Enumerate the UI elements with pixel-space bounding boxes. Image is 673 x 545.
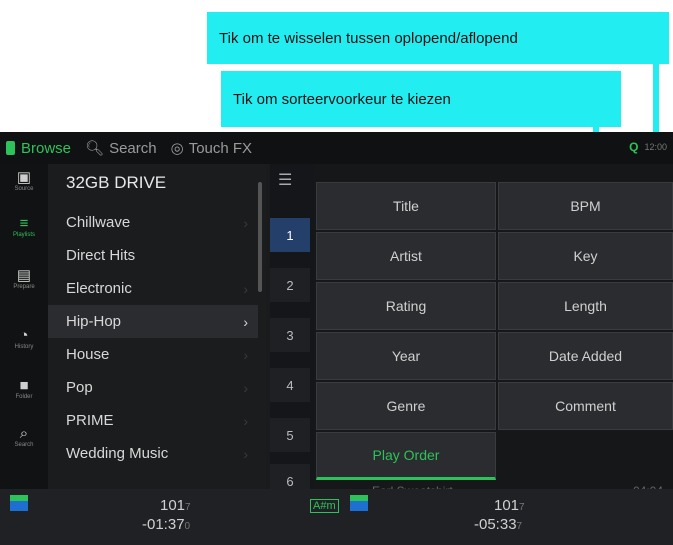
track-number[interactable]: 3 (270, 318, 310, 352)
deck-2-sync-icon[interactable] (350, 495, 368, 511)
deck-1-time: -01:370 (142, 516, 190, 533)
playlist-icon: ≡ (19, 215, 29, 232)
nav-folder[interactable]: ■ Folder (0, 377, 48, 401)
deck-2-bpm-decimal: 7 (519, 502, 525, 513)
sort-options-grid: Title BPM Artist Key Rating Length Year … (316, 182, 673, 497)
crate-item[interactable]: Hip-Hop › (48, 305, 258, 338)
left-nav: ▣ Source ≡ Playlists ▤ Prepare ◔ History… (0, 164, 48, 489)
crate-label: Chillwave (66, 214, 131, 231)
chevron-right-icon: › (243, 379, 248, 396)
nav-folder-label: Folder (15, 394, 33, 400)
search-icon: 🔍︎ (85, 140, 105, 157)
deck-status-bar: 1017 -01:370 A#m 1017 -05:337 (0, 489, 673, 545)
callout-toggle-order-text: Tik om te wisselen tussen oplopend/aflop… (219, 29, 518, 47)
nav-history-label: History (14, 344, 34, 350)
sort-rating-button[interactable]: Rating (316, 282, 496, 330)
touch-fx-tab[interactable]: ◎ Touch FX (170, 139, 253, 158)
sort-bpm-button[interactable]: BPM (498, 182, 673, 230)
crate-item[interactable]: Wedding Music › (48, 437, 258, 470)
track-number[interactable]: 2 (270, 268, 310, 302)
chevron-right-icon: › (243, 280, 248, 297)
nav-playlists[interactable]: ≡ Playlists (0, 215, 48, 239)
nav-history[interactable]: ◔ History (0, 327, 48, 351)
deck-1-time-decimal: 0 (184, 521, 191, 532)
device-screen: Browse 🔍︎ Search ◎ Touch FX Q 12:00 ▣ So… (0, 132, 673, 545)
track-number[interactable]: 1 (270, 218, 310, 252)
top-bar: Browse 🔍︎ Search ◎ Touch FX Q 12:00 (0, 132, 673, 164)
search-tab[interactable]: 🔍︎ Search (85, 139, 157, 158)
history-icon: ◔ (19, 327, 29, 344)
crate-list: 32GB DRIVE Chillwave › Direct Hits Electr… (48, 164, 266, 489)
crate-label: Direct Hits (66, 247, 136, 264)
sort-play-order-button[interactable]: Play Order (316, 432, 496, 480)
folder-icon: ■ (19, 377, 29, 394)
touch-fx-label: Touch FX (188, 139, 253, 157)
crate-label: Hip-Hop (66, 313, 122, 330)
deck-1-bpm: 1017 (160, 497, 191, 514)
deck-1-bpm-decimal: 7 (185, 502, 191, 513)
sort-length-button[interactable]: Length (498, 282, 673, 330)
chevron-right-icon: › (243, 214, 248, 231)
track-number[interactable]: 4 (270, 368, 310, 402)
deck-2-time: -05:337 (474, 516, 522, 533)
callout-toggle-order: Tik om te wisselen tussen oplopend/aflop… (207, 12, 669, 64)
track-number-column: ☰ 1 2 3 4 5 6 (270, 164, 314, 498)
crate-label: House (66, 346, 110, 363)
clock-text: 12:00 (644, 142, 667, 152)
search-label: Search (109, 139, 157, 157)
sort-artist-button[interactable]: Artist (316, 232, 496, 280)
deck-2-time-value: -05:33 (474, 516, 517, 533)
deck-2-bpm-value: 101 (494, 497, 520, 514)
status-area: Q 12:00 (629, 140, 667, 154)
sort-genre-button[interactable]: Genre (316, 382, 496, 430)
callout-choose-sort-text: Tik om sorteervoorkeur te kiezen (233, 90, 451, 108)
crate-item[interactable]: Electronic › (48, 272, 258, 305)
crate-item[interactable]: Direct Hits (48, 239, 258, 272)
nav-prepare-label: Prepare (13, 284, 35, 290)
deck-1-bpm-value: 101 (160, 497, 186, 514)
nav-prepare[interactable]: ▤ Prepare (0, 267, 48, 291)
sort-list-icon[interactable]: ☰ (278, 170, 292, 190)
drive-icon: ▣ (16, 169, 32, 186)
nav-search-label: Search (14, 442, 34, 448)
nav-source[interactable]: ▣ Source (0, 169, 48, 193)
drive-title: 32GB DRIVE (66, 173, 167, 192)
search-nav-icon: ⌕ (19, 425, 29, 442)
deck-2-time-decimal: 7 (516, 521, 523, 532)
crate-label: Electronic (66, 280, 132, 297)
crate-item[interactable]: House › (48, 338, 258, 371)
browse-label: Browse (21, 139, 72, 157)
prepare-icon: ▤ (16, 267, 32, 284)
callout-choose-sort: Tik om sorteervoorkeur te kiezen (221, 71, 621, 127)
browse-tab[interactable]: Browse (6, 140, 71, 157)
crate-item[interactable]: PRIME › (48, 404, 258, 437)
nav-search[interactable]: ⌕ Search (0, 425, 48, 449)
track-number[interactable]: 5 (270, 418, 310, 452)
deck-2-bpm: 1017 (494, 497, 525, 514)
touch-fx-icon: ◎ (170, 140, 184, 157)
crate-item[interactable]: Pop › (48, 371, 258, 404)
nav-source-label: Source (14, 186, 34, 192)
sort-title-button[interactable]: Title (316, 182, 496, 230)
crate-scrollbar[interactable] (258, 182, 262, 292)
crate-label: Pop (66, 379, 93, 396)
deck-1-sync-icon[interactable] (10, 495, 28, 511)
deck-1-time-value: -01:37 (142, 516, 185, 533)
crate-item[interactable]: Chillwave › (48, 206, 258, 239)
chevron-right-icon: › (243, 346, 248, 363)
chevron-right-icon: › (243, 412, 248, 429)
browse-icon (6, 141, 15, 155)
chevron-right-icon: › (243, 445, 248, 462)
sort-key-button[interactable]: Key (498, 232, 673, 280)
nav-playlists-label: Playlists (12, 232, 35, 238)
sort-year-button[interactable]: Year (316, 332, 496, 380)
key-badge: A#m (310, 499, 339, 513)
sort-date-added-button[interactable]: Date Added (498, 332, 673, 380)
crate-label: PRIME (66, 412, 114, 429)
quantize-icon[interactable]: Q (629, 140, 638, 154)
chevron-right-icon: › (243, 313, 248, 330)
sort-comment-button[interactable]: Comment (498, 382, 673, 430)
crate-label: Wedding Music (66, 445, 169, 462)
